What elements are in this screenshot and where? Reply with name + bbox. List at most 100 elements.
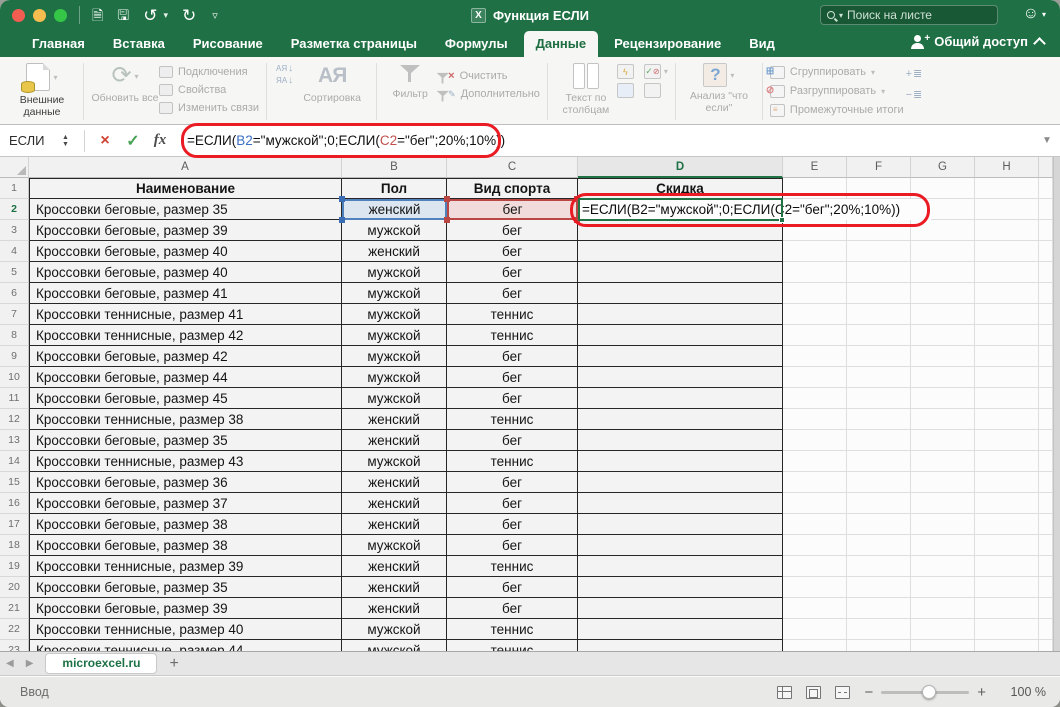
insert-function-button[interactable]: fx — [147, 132, 173, 149]
cell-A7[interactable]: Кроссовки теннисные, размер 41 — [29, 304, 342, 325]
cell-partial-6[interactable] — [1039, 283, 1053, 304]
row-number-5[interactable]: 5 — [0, 262, 29, 283]
hide-detail-icon[interactable]: −≣ — [906, 88, 924, 101]
expand-formula-bar-icon[interactable]: ▼ — [1034, 135, 1060, 146]
cell-G9[interactable] — [911, 346, 975, 367]
cell-C8[interactable]: теннис — [447, 325, 578, 346]
cell-c2-highlight[interactable]: бег — [447, 199, 578, 220]
cell-F15[interactable] — [847, 472, 911, 493]
stepper-down-icon[interactable]: ▼ — [62, 141, 78, 148]
cell-F5[interactable] — [847, 262, 911, 283]
cell-C3[interactable]: бег — [447, 220, 578, 241]
row-number-15[interactable]: 15 — [0, 472, 29, 493]
zoom-slider-knob[interactable] — [922, 685, 936, 699]
cell-D4[interactable] — [578, 241, 783, 262]
cell-H4[interactable] — [975, 241, 1039, 262]
minimize-window-button[interactable] — [33, 9, 46, 22]
cell-b2-highlight[interactable]: женский — [342, 199, 447, 220]
cell-E8[interactable] — [783, 325, 847, 346]
row-number-2[interactable]: 2 — [0, 199, 29, 220]
cell-A23[interactable]: Кроссовки теннисные, размер 44 — [29, 640, 342, 651]
external-data-button[interactable]: ▾ Внешние данные — [8, 61, 76, 118]
cell-E17[interactable] — [783, 514, 847, 535]
normal-view-icon[interactable] — [777, 686, 792, 699]
cell-partial-2[interactable] — [1039, 199, 1053, 220]
name-box[interactable]: ЕСЛИ — [0, 125, 62, 156]
cell-E1[interactable] — [783, 178, 847, 199]
save-icon[interactable]: 🖫 — [117, 7, 129, 24]
next-sheet-icon[interactable]: ▶ — [20, 658, 40, 669]
row-number-4[interactable]: 4 — [0, 241, 29, 262]
cell-G20[interactable] — [911, 577, 975, 598]
redo-icon[interactable]: ↻ — [182, 7, 196, 24]
consolidate-icon[interactable] — [617, 83, 634, 98]
cell-B23[interactable]: мужской — [342, 640, 447, 651]
cell-C13[interactable]: бег — [447, 430, 578, 451]
cell-D5[interactable] — [578, 262, 783, 283]
cell-G13[interactable] — [911, 430, 975, 451]
cell-E20[interactable] — [783, 577, 847, 598]
cell-partial-13[interactable] — [1039, 430, 1053, 451]
cell-partial-15[interactable] — [1039, 472, 1053, 493]
cell-C1[interactable]: Вид спорта — [447, 178, 578, 199]
cell-A18[interactable]: Кроссовки беговые, размер 38 — [29, 535, 342, 556]
cell-F17[interactable] — [847, 514, 911, 535]
cell-E4[interactable] — [783, 241, 847, 262]
cell-H6[interactable] — [975, 283, 1039, 304]
cell-B5[interactable]: мужской — [342, 262, 447, 283]
column-header-partial[interactable] — [1039, 157, 1053, 178]
cell-F18[interactable] — [847, 535, 911, 556]
cell-A3[interactable]: Кроссовки беговые, размер 39 — [29, 220, 342, 241]
tab-Рецензирование[interactable]: Рецензирование — [602, 31, 733, 57]
cell-A16[interactable]: Кроссовки беговые, размер 37 — [29, 493, 342, 514]
cell-F8[interactable] — [847, 325, 911, 346]
vertical-scrollbar[interactable] — [1053, 157, 1060, 651]
cell-D17[interactable] — [578, 514, 783, 535]
ribbon-options-icon[interactable]: ▿ — [212, 9, 218, 22]
d2-fill-handle[interactable] — [779, 217, 785, 223]
cell-C9[interactable]: бег — [447, 346, 578, 367]
text-to-columns-button[interactable]: Текст по столбцам — [555, 61, 617, 116]
zoom-slider-track[interactable] — [881, 691, 969, 694]
row-number-8[interactable]: 8 — [0, 325, 29, 346]
row-number-16[interactable]: 16 — [0, 493, 29, 514]
cell-E7[interactable] — [783, 304, 847, 325]
properties-button[interactable]: Свойства — [159, 83, 259, 97]
cell-G10[interactable] — [911, 367, 975, 388]
tab-Вставка[interactable]: Вставка — [101, 31, 177, 57]
cell-partial-1[interactable] — [1039, 178, 1053, 199]
cell-A12[interactable]: Кроссовки теннисные, размер 38 — [29, 409, 342, 430]
cell-A20[interactable]: Кроссовки беговые, размер 35 — [29, 577, 342, 598]
cell-A17[interactable]: Кроссовки беговые, размер 38 — [29, 514, 342, 535]
zoom-in-button[interactable]: + — [977, 684, 986, 701]
cell-partial-3[interactable] — [1039, 220, 1053, 241]
cell-C15[interactable]: бег — [447, 472, 578, 493]
cell-H16[interactable] — [975, 493, 1039, 514]
cell-H22[interactable] — [975, 619, 1039, 640]
cell-D19[interactable] — [578, 556, 783, 577]
cell-G15[interactable] — [911, 472, 975, 493]
cell-A14[interactable]: Кроссовки теннисные, размер 43 — [29, 451, 342, 472]
cell-partial-20[interactable] — [1039, 577, 1053, 598]
row-number-9[interactable]: 9 — [0, 346, 29, 367]
cell-H18[interactable] — [975, 535, 1039, 556]
cell-H20[interactable] — [975, 577, 1039, 598]
cell-G19[interactable] — [911, 556, 975, 577]
row-number-1[interactable]: 1 — [0, 178, 29, 199]
cell-F9[interactable] — [847, 346, 911, 367]
cell-partial-10[interactable] — [1039, 367, 1053, 388]
cell-C7[interactable]: теннис — [447, 304, 578, 325]
cell-B16[interactable]: женский — [342, 493, 447, 514]
cell-E5[interactable] — [783, 262, 847, 283]
cell-E13[interactable] — [783, 430, 847, 451]
cell-H12[interactable] — [975, 409, 1039, 430]
cell-A8[interactable]: Кроссовки теннисные, размер 42 — [29, 325, 342, 346]
cell-G3[interactable] — [911, 220, 975, 241]
tab-Рисование[interactable]: Рисование — [181, 31, 275, 57]
cell-G12[interactable] — [911, 409, 975, 430]
cancel-entry-button[interactable]: × — [91, 132, 119, 150]
refresh-all-button[interactable]: ⟳ ▾ Обновить все — [91, 61, 159, 104]
zoom-level[interactable]: 100 % — [1000, 685, 1046, 699]
row-number-10[interactable]: 10 — [0, 367, 29, 388]
cell-B12[interactable]: женский — [342, 409, 447, 430]
